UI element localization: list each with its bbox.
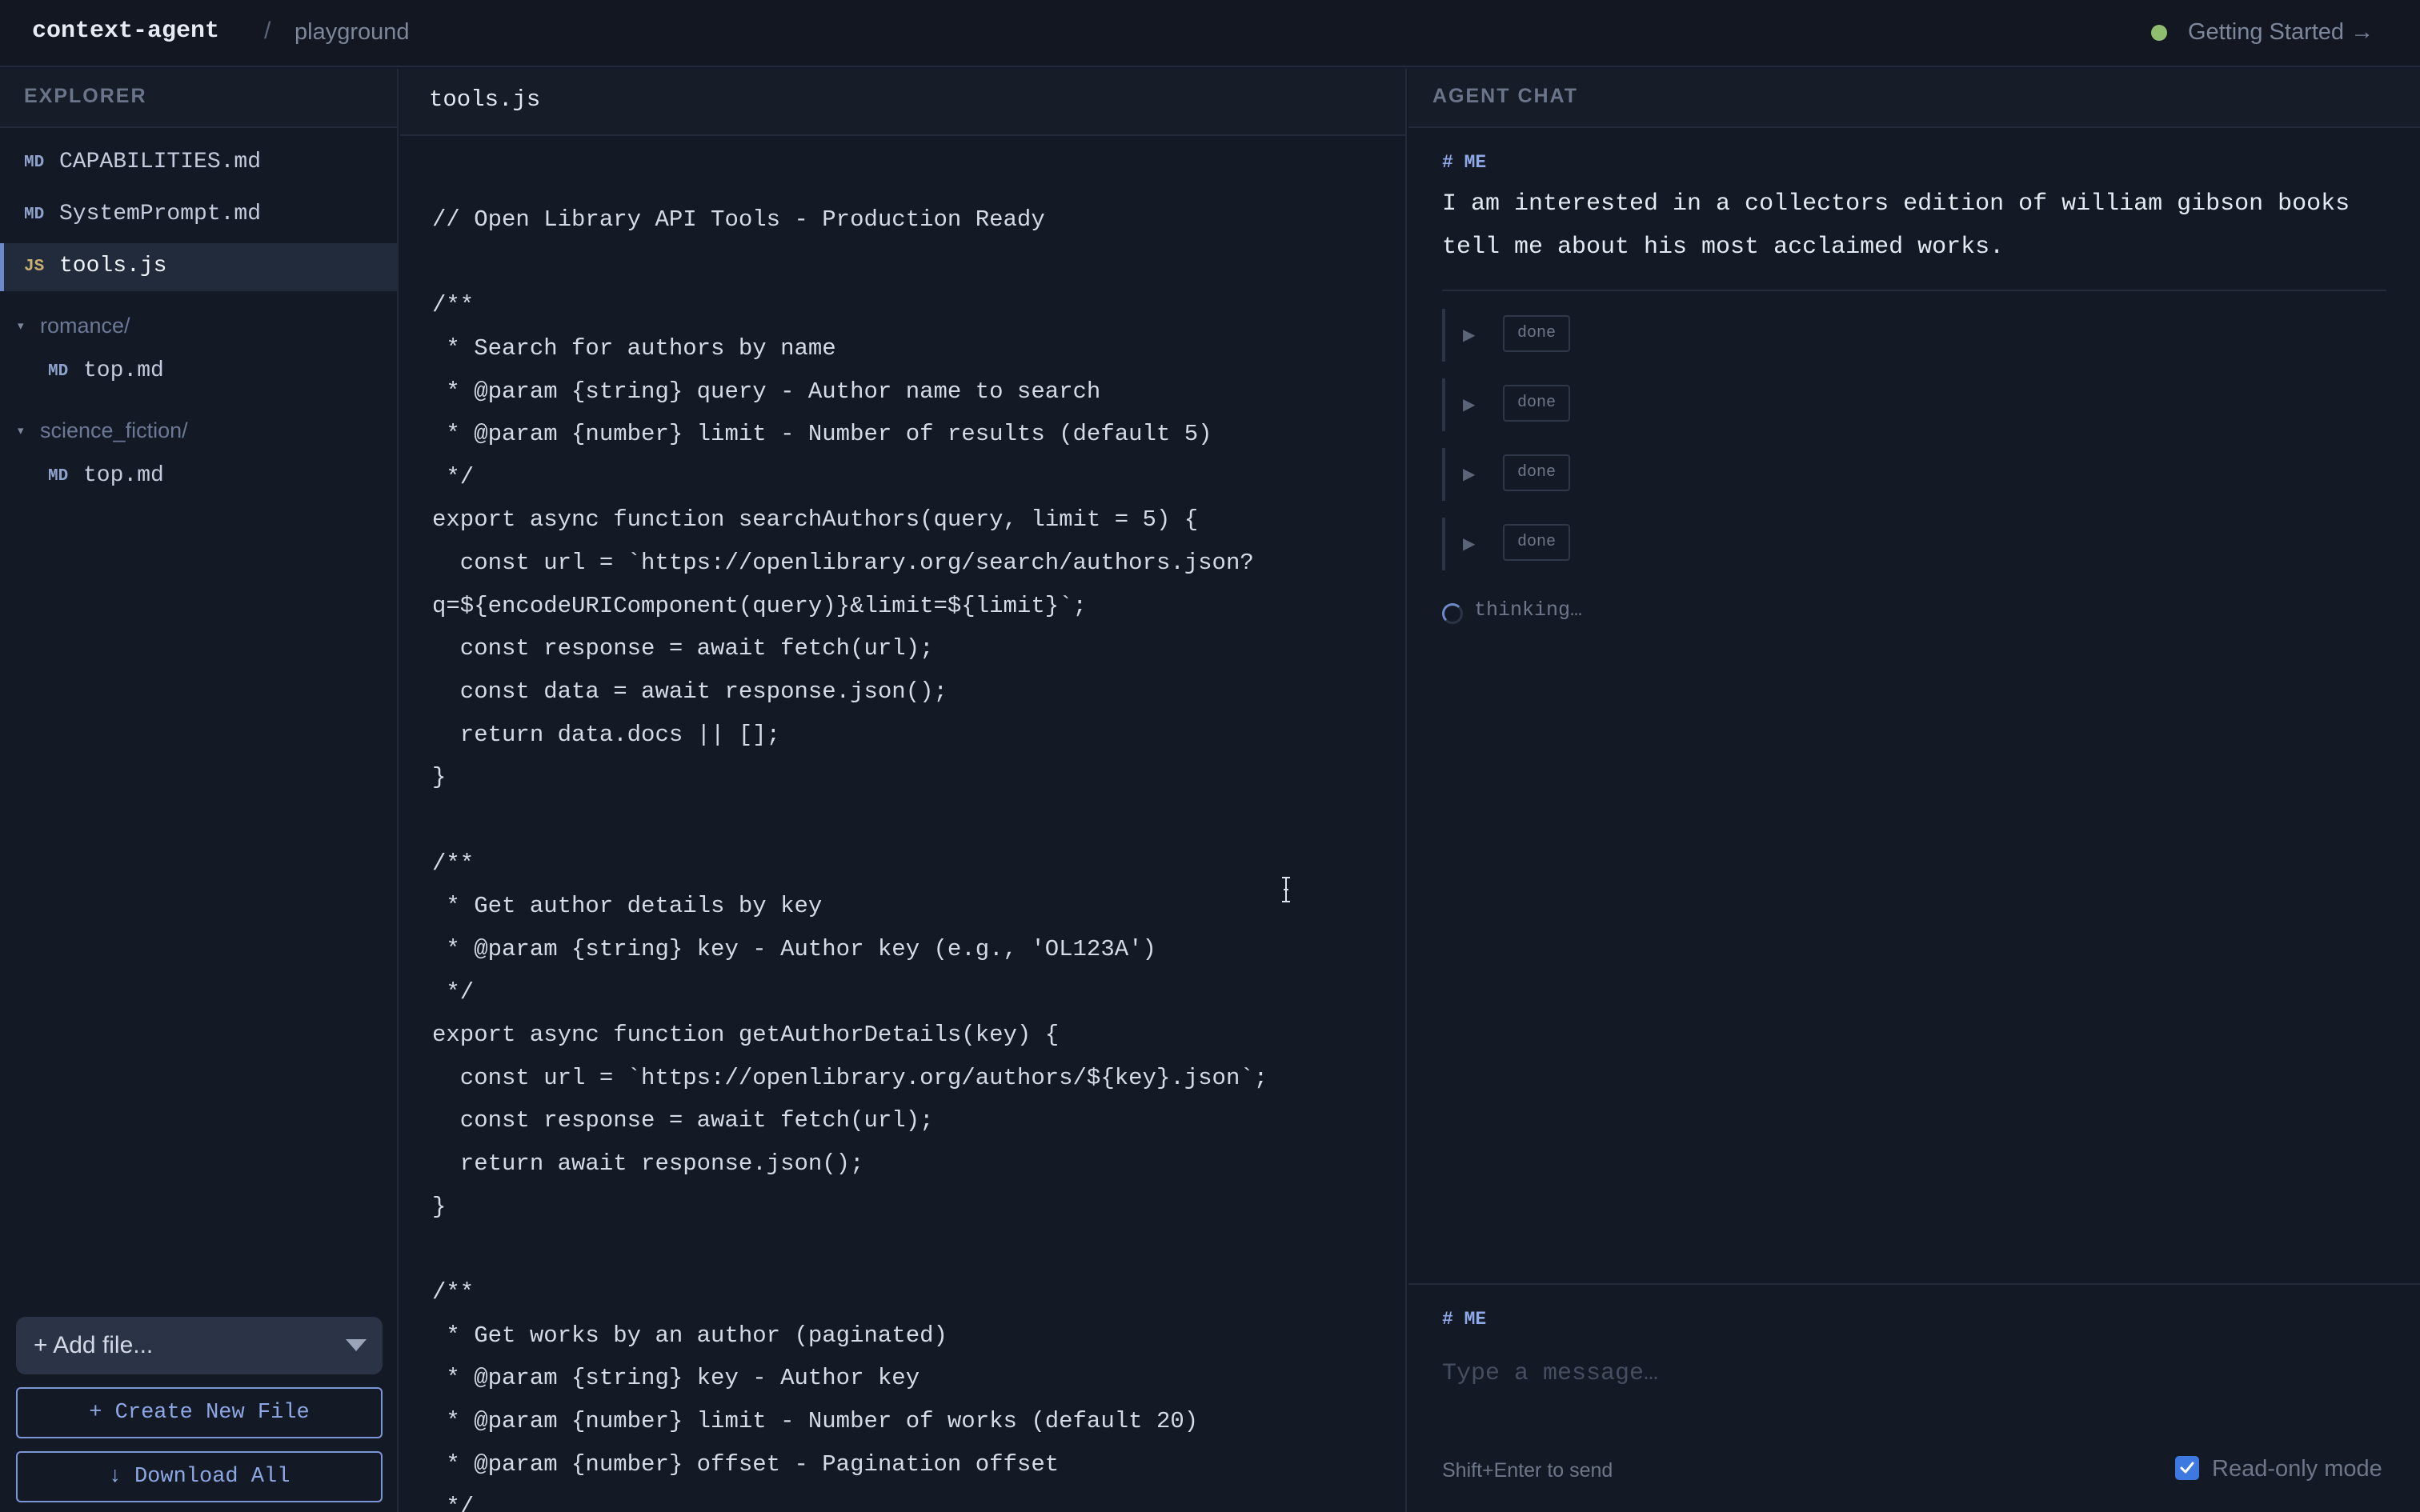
explorer-header: EXPLORER xyxy=(0,69,397,128)
top-bar: context-agent / playground Getting Start… xyxy=(0,0,2420,67)
file-name: top.md xyxy=(83,358,164,383)
code-line: } xyxy=(432,1193,447,1220)
step-status-badge: done xyxy=(1503,315,1571,352)
markdown-file-icon: MD xyxy=(48,467,69,486)
code-line: } xyxy=(432,764,447,791)
code-line: export async function searchAuthors(quer… xyxy=(432,506,1199,534)
getting-started-link[interactable]: Getting Started → xyxy=(2188,19,2374,46)
code-editor[interactable]: tools.js // Open Library API Tools - Pro… xyxy=(400,69,1407,1512)
folder-name: science_fiction/ xyxy=(40,418,188,442)
checkmark-icon xyxy=(2180,1462,2194,1474)
file-item-capabilities[interactable]: MD CAPABILITIES.md xyxy=(0,139,397,187)
code-line: return await response.json(); xyxy=(432,1150,864,1178)
code-line: * Get works by an author (paginated) xyxy=(432,1322,948,1349)
chevron-down-icon: ▾ xyxy=(18,319,24,333)
javascript-file-icon: JS xyxy=(24,258,45,276)
text-cursor-icon xyxy=(1282,877,1290,902)
file-name: top.md xyxy=(83,463,164,488)
readonly-label[interactable]: Read-only mode xyxy=(2212,1456,2382,1482)
expand-triangle-icon: ▶ xyxy=(1463,396,1476,414)
loading-spinner-icon xyxy=(1442,603,1463,624)
agent-step[interactable]: ▶ done xyxy=(1442,518,1602,570)
chevron-down-icon xyxy=(346,1339,367,1351)
user-message: I am interested in a collectors edition … xyxy=(1442,190,2350,261)
file-item-systemprompt[interactable]: MD SystemPrompt.md xyxy=(0,191,397,239)
markdown-file-icon: MD xyxy=(24,154,45,172)
agent-chat-panel: AGENT CHAT # ME I am interested in a col… xyxy=(1408,69,2420,1512)
code-line: * @param {string} key - Author key (e.g.… xyxy=(432,935,1156,962)
chat-title: AGENT CHAT xyxy=(1432,85,1579,107)
thinking-status: thinking… xyxy=(1474,598,1583,622)
folder-name: romance/ xyxy=(40,314,130,338)
agent-step[interactable]: ▶ done xyxy=(1442,448,1602,501)
file-name: CAPABILITIES.md xyxy=(59,150,262,174)
tab-tools-js[interactable]: tools.js xyxy=(429,86,540,113)
code-line: // Open Library API Tools - Production R… xyxy=(432,206,1045,233)
code-line: export async function getAuthorDetails(k… xyxy=(432,1022,1060,1049)
step-status-badge: done xyxy=(1503,385,1571,422)
file-name: tools.js xyxy=(59,254,167,278)
code-line: * Get author details by key xyxy=(432,893,823,920)
code-line: */ xyxy=(432,463,475,490)
code-line: * @param {string} key - Author key xyxy=(432,1365,920,1392)
add-file-label: + Add file... xyxy=(34,1332,154,1358)
breadcrumb-playground[interactable]: playground xyxy=(294,19,410,46)
file-name: SystemPrompt.md xyxy=(59,202,262,226)
explorer-sidebar: EXPLORER MD CAPABILITIES.md MD SystemPro… xyxy=(0,69,399,1512)
code-line: const data = await response.json(); xyxy=(432,678,948,706)
message-divider xyxy=(1442,290,2386,291)
editor-tab-bar: tools.js xyxy=(400,69,1405,136)
message-input[interactable] xyxy=(1442,1360,2386,1408)
code-line: * @param {number} limit - Number of work… xyxy=(432,1407,1199,1434)
code-content[interactable]: // Open Library API Tools - Production R… xyxy=(432,198,1400,1512)
step-status-badge: done xyxy=(1503,454,1571,491)
file-item-romance-top[interactable]: MD top.md xyxy=(0,348,397,396)
code-line: const url = `https://openlibrary.org/aut… xyxy=(432,1064,1268,1091)
send-hint: Shift+Enter to send xyxy=(1442,1459,1613,1482)
code-line: /** xyxy=(432,292,475,319)
message-composer: # ME Shift+Enter to send Read-only mode xyxy=(1408,1283,2420,1512)
code-line: */ xyxy=(432,1494,475,1512)
readonly-checkbox[interactable] xyxy=(2175,1456,2199,1480)
markdown-file-icon: MD xyxy=(24,206,45,224)
add-file-dropdown[interactable]: + Add file... xyxy=(16,1317,383,1374)
code-line: /** xyxy=(432,1279,475,1306)
code-line: * Search for authors by name xyxy=(432,334,836,362)
code-line: q=${encodeURIComponent(query)}&limit=${l… xyxy=(432,592,1087,619)
code-line: * @param {number} offset - Pagination of… xyxy=(432,1450,1060,1478)
create-new-file-button[interactable]: + Create New File xyxy=(16,1387,383,1438)
step-status-badge: done xyxy=(1503,524,1571,561)
expand-triangle-icon: ▶ xyxy=(1463,466,1476,483)
message-author-label: # ME xyxy=(1442,152,1487,173)
file-item-tools-js[interactable]: JS tools.js xyxy=(0,243,397,291)
app-brand[interactable]: context-agent xyxy=(32,18,219,45)
chevron-down-icon: ▾ xyxy=(18,424,24,438)
expand-triangle-icon: ▶ xyxy=(1463,535,1476,553)
expand-triangle-icon: ▶ xyxy=(1463,326,1476,344)
download-all-button[interactable]: ↓ Download All xyxy=(16,1451,383,1502)
status-dot-icon xyxy=(2151,25,2167,41)
code-line: return data.docs || []; xyxy=(432,721,781,748)
breadcrumb-separator: / xyxy=(264,18,271,44)
chat-header: AGENT CHAT xyxy=(1408,69,2420,128)
code-line: const response = await fetch(url); xyxy=(432,1107,934,1134)
explorer-title: EXPLORER xyxy=(24,85,147,107)
code-line: const url = `https://openlibrary.org/sea… xyxy=(432,550,1254,577)
code-line: * @param {string} query - Author name to… xyxy=(432,378,1101,405)
composer-author-label: # ME xyxy=(1442,1309,1487,1330)
code-line: * @param {number} limit - Number of resu… xyxy=(432,421,1212,448)
agent-step[interactable]: ▶ done xyxy=(1442,378,1602,431)
markdown-file-icon: MD xyxy=(48,362,69,381)
code-line: /** xyxy=(432,850,475,877)
code-line: const response = await fetch(url); xyxy=(432,635,934,662)
agent-step[interactable]: ▶ done xyxy=(1442,309,1602,362)
code-line: */ xyxy=(432,978,475,1006)
file-item-scifi-top[interactable]: MD top.md xyxy=(0,453,397,501)
